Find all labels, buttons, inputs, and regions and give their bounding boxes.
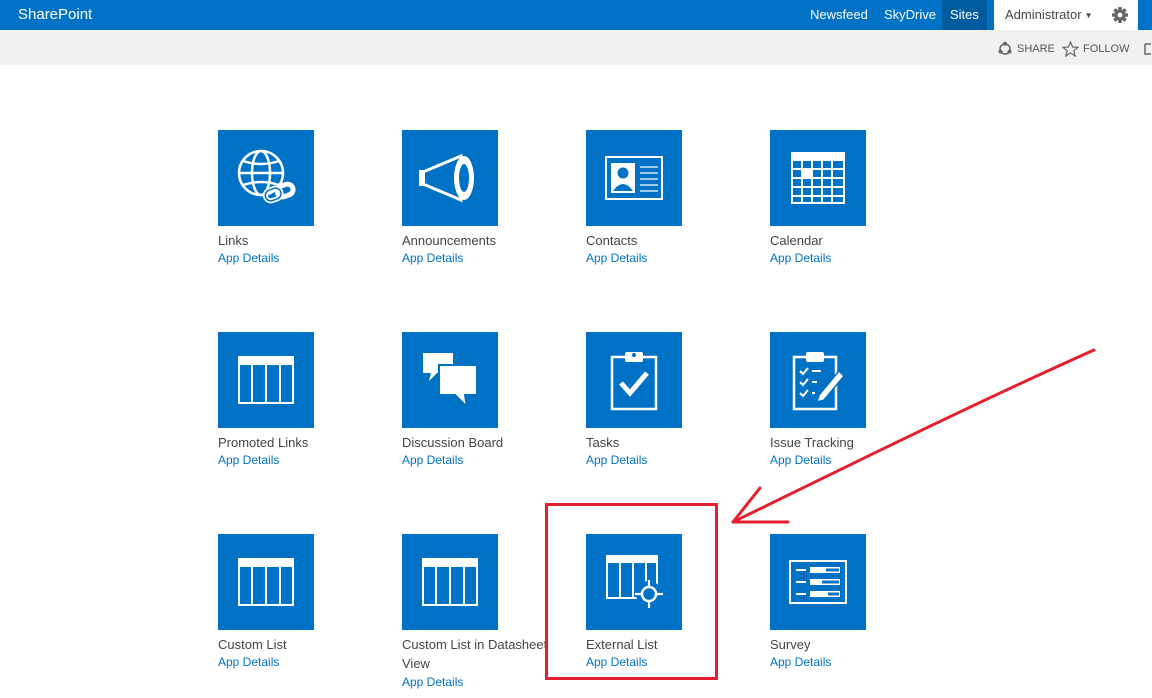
share-button[interactable]: SHARE — [997, 40, 1055, 58]
app-details-link[interactable]: App Details — [586, 655, 647, 669]
share-label: SHARE — [1017, 43, 1055, 55]
app-name[interactable]: Calendar — [770, 231, 940, 250]
app-name[interactable]: Contacts — [586, 231, 756, 250]
app-name[interactable]: Custom List — [218, 635, 388, 654]
survey-icon — [789, 560, 847, 604]
contact-card-icon — [605, 156, 663, 200]
app-name[interactable]: Discussion Board — [402, 433, 572, 452]
focus-content-icon[interactable] — [1144, 43, 1152, 55]
star-icon — [1062, 41, 1079, 57]
app-icon-custom-list-datasheet[interactable] — [402, 534, 498, 630]
app-icon-discussion-board[interactable] — [402, 332, 498, 428]
app-details-link[interactable]: App Details — [586, 251, 647, 265]
app-icon-survey[interactable] — [770, 534, 866, 630]
app-tile-calendar: Calendar App Details — [770, 130, 940, 265]
app-details-link[interactable]: App Details — [770, 655, 831, 669]
app-tile-promoted-links: Promoted Links App Details — [218, 332, 388, 467]
app-name[interactable]: Issue Tracking — [770, 433, 940, 452]
chevron-down-icon: ▼ — [1084, 10, 1093, 20]
nav-sites[interactable]: Sites — [942, 0, 987, 30]
external-list-icon — [606, 555, 663, 608]
megaphone-icon — [419, 153, 474, 203]
app-tile-contacts: Contacts App Details — [586, 130, 756, 265]
app-tile-announcements: Announcements App Details — [402, 130, 572, 265]
calendar-icon — [791, 152, 845, 204]
app-icon-calendar[interactable] — [770, 130, 866, 226]
user-menu[interactable]: Administrator ▼ — [994, 0, 1104, 30]
follow-button[interactable]: FOLLOW — [1062, 40, 1129, 58]
app-details-link[interactable]: App Details — [770, 251, 831, 265]
app-name[interactable]: Announcements — [402, 231, 572, 250]
page-actions-bar: SHARE FOLLOW — [0, 30, 1152, 65]
app-details-link[interactable]: App Details — [402, 251, 463, 265]
app-icon-tasks[interactable] — [586, 332, 682, 428]
app-tile-discussion-board: Discussion Board App Details — [402, 332, 572, 467]
clipboard-check-icon — [610, 352, 658, 411]
app-icon-links[interactable] — [218, 130, 314, 226]
app-icon-announcements[interactable] — [402, 130, 498, 226]
app-name[interactable]: External List — [586, 635, 756, 654]
app-name[interactable]: Promoted Links — [218, 433, 388, 452]
app-icon-custom-list[interactable] — [218, 534, 314, 630]
user-name: Administrator — [1005, 7, 1082, 22]
app-icon-external-list[interactable] — [586, 534, 682, 630]
app-tile-external-list: External List App Details — [586, 534, 756, 669]
annotation-arrow-icon — [731, 348, 1096, 524]
app-name[interactable]: Survey — [770, 635, 940, 654]
app-name[interactable]: Custom List in Datasheet View — [402, 635, 552, 673]
follow-label: FOLLOW — [1083, 43, 1130, 55]
app-details-link[interactable]: App Details — [218, 655, 279, 669]
gear-icon — [1112, 7, 1128, 23]
app-details-link[interactable]: App Details — [218, 453, 279, 467]
suite-bar: SharePoint Newsfeed SkyDrive Sites Admin… — [0, 0, 1152, 30]
app-details-link[interactable]: App Details — [402, 675, 463, 689]
app-tile-custom-list-datasheet: Custom List in Datasheet View App Detail… — [402, 534, 572, 689]
app-details-link[interactable]: App Details — [586, 453, 647, 467]
app-icon-issue-tracking[interactable] — [770, 332, 866, 428]
app-tile-custom-list: Custom List App Details — [218, 534, 388, 669]
app-details-link[interactable]: App Details — [770, 453, 831, 467]
app-details-link[interactable]: App Details — [402, 453, 463, 467]
share-icon — [998, 41, 1012, 55]
app-name[interactable]: Links — [218, 231, 388, 250]
nav-newsfeed[interactable]: Newsfeed — [802, 0, 876, 30]
app-tile-links: Links App Details — [218, 130, 388, 265]
clipboard-pencil-icon — [792, 352, 845, 411]
app-tile-survey: Survey App Details — [770, 534, 940, 669]
settings-button[interactable] — [1104, 0, 1138, 30]
list-grid-icon — [422, 558, 478, 606]
app-tile-issue-tracking: Issue Tracking App Details — [770, 332, 940, 467]
app-tile-tasks: Tasks App Details — [586, 332, 756, 467]
list-grid-icon — [238, 356, 294, 404]
nav-skydrive[interactable]: SkyDrive — [876, 0, 944, 30]
speech-bubbles-icon — [423, 353, 478, 410]
brand-title[interactable]: SharePoint — [18, 6, 92, 23]
app-details-link[interactable]: App Details — [218, 251, 279, 265]
globe-link-icon — [237, 149, 296, 204]
app-icon-promoted-links[interactable] — [218, 332, 314, 428]
list-grid-icon — [238, 558, 294, 606]
app-icon-contacts[interactable] — [586, 130, 682, 226]
app-name[interactable]: Tasks — [586, 433, 756, 452]
